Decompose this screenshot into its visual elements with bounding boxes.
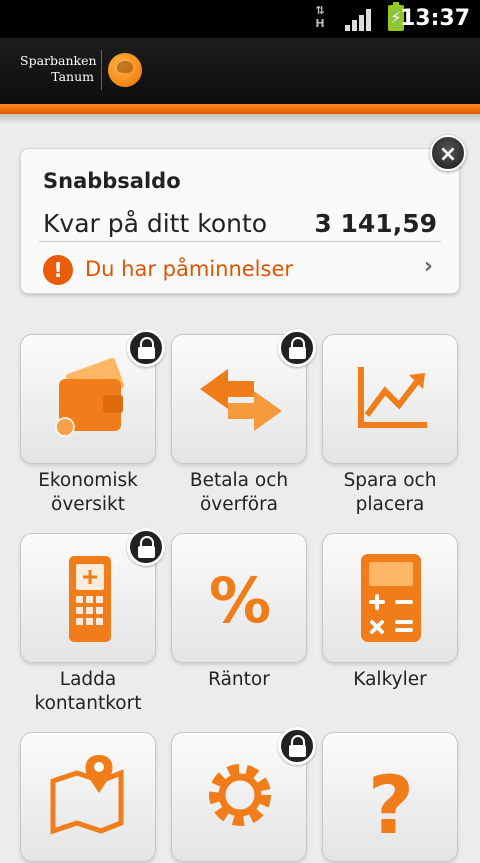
brand-name: Sparbanken Tanum (20, 53, 97, 84)
menu-tile-help[interactable]: ? (322, 732, 458, 862)
quick-balance-card: Snabbsaldo Kvar på ditt konto 3 141,59 !… (20, 148, 460, 294)
menu-tile-rantor[interactable]: % (171, 533, 307, 663)
menu-tile-label: Betala och överföra (189, 470, 289, 515)
svg-text:?: ? (368, 759, 414, 852)
map-pin-icon (50, 755, 124, 835)
menu-tile-label: Kalkyler (353, 669, 427, 690)
percent-icon: % (209, 564, 271, 637)
svg-text:%: % (209, 564, 271, 637)
chevron-right-icon: › (423, 254, 433, 279)
calculator-icon (361, 554, 421, 642)
status-time: 13:37 (399, 6, 470, 31)
menu-tile-label: Spara och placera (343, 470, 437, 515)
reminders-text: Du har påminnelser (85, 257, 294, 281)
menu-tile-spara-och-placera[interactable] (322, 334, 458, 464)
account-balance: 3 141,59 (314, 209, 437, 238)
signal-strength-icon (345, 9, 371, 31)
help-icon: ? (368, 759, 414, 852)
data-activity-icon: ⇅ H (315, 4, 325, 30)
account-label: Kvar på ditt konto (43, 209, 268, 238)
close-card-button[interactable]: × (430, 135, 466, 171)
header-accent-stripe (0, 104, 480, 114)
header-shadow (0, 114, 480, 124)
menu-tile-map[interactable] (20, 732, 156, 862)
reminders-row[interactable]: ! Du har påminnelser › (21, 242, 459, 292)
tree-logo-icon (108, 53, 142, 87)
lock-icon (278, 329, 316, 367)
menu-tile-label: Ekonomisk översikt (38, 470, 138, 515)
card-title: Snabbsaldo (43, 169, 181, 193)
lock-icon (127, 528, 165, 566)
warning-icon: ! (43, 255, 73, 285)
growth-chart-icon (358, 367, 427, 428)
menu-tile-kalkyler[interactable] (322, 533, 458, 663)
menu-tile-label: Räntor (208, 669, 270, 690)
logo-divider (101, 50, 102, 90)
status-bar: ⇅ H ⚡ 13:37 (0, 0, 480, 38)
lock-icon (278, 727, 316, 765)
menu-tile-label: Ladda kontantkort (34, 669, 142, 714)
lock-icon (127, 329, 165, 367)
